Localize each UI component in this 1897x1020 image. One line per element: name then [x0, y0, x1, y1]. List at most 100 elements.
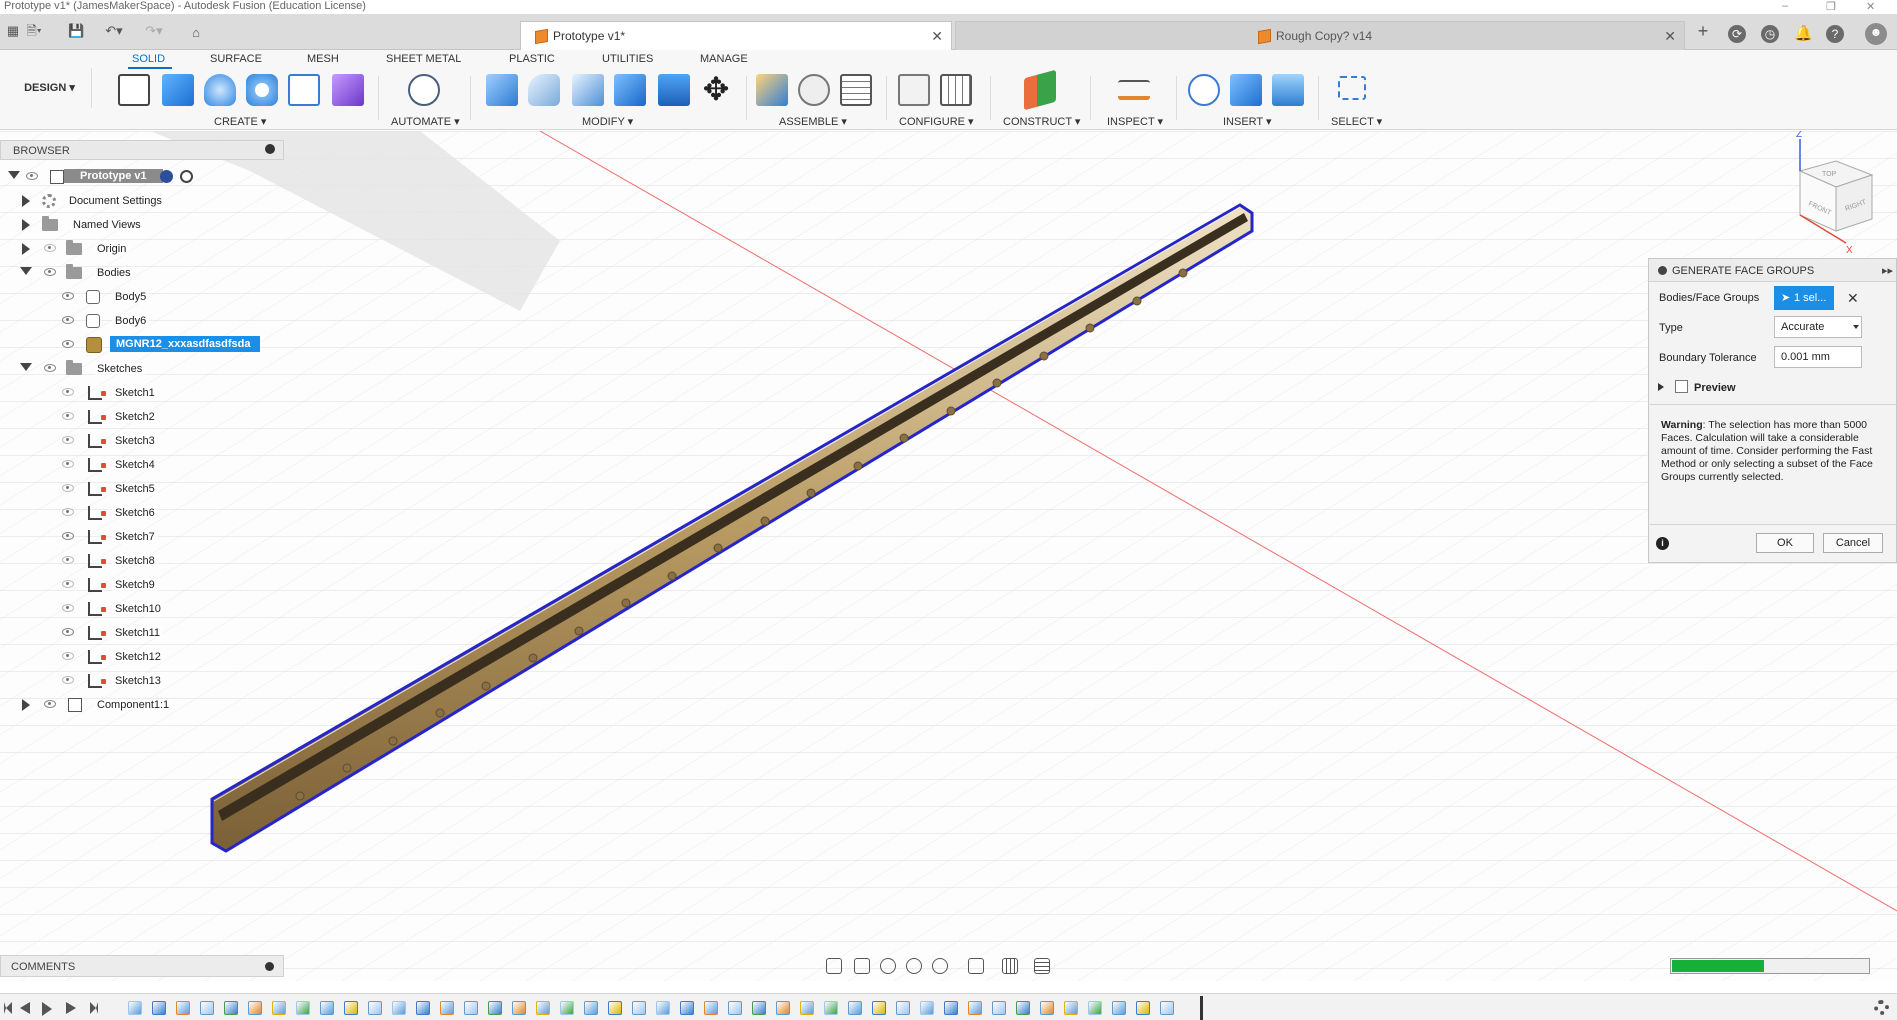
visibility-eye-icon[interactable]: [62, 484, 74, 492]
new-tab-icon[interactable]: +: [1694, 22, 1712, 40]
modify-menu[interactable]: MODIFY ▾: [582, 115, 633, 128]
browser-item-sketch6[interactable]: Sketch6: [0, 503, 200, 523]
expand-preview-icon[interactable]: [1658, 383, 1664, 391]
timeline-feature-icon[interactable]: [200, 1001, 214, 1015]
minimize-dialog-icon[interactable]: [1658, 266, 1667, 275]
automate-icon[interactable]: [408, 74, 440, 106]
bodies-selection-button[interactable]: ➤ 1 sel...: [1774, 286, 1834, 310]
timeline-feature-icon[interactable]: [488, 1001, 502, 1015]
joint-icon[interactable]: [798, 74, 830, 106]
expand-arrow-icon[interactable]: [22, 195, 30, 207]
cancel-button[interactable]: Cancel: [1823, 533, 1883, 553]
go-to-end-icon[interactable]: [90, 1002, 98, 1014]
visibility-eye-icon[interactable]: [62, 292, 74, 300]
collapse-arrow-icon[interactable]: [20, 267, 32, 275]
visibility-eye-icon[interactable]: [62, 436, 74, 444]
browser-item-sketch5[interactable]: Sketch5: [0, 479, 200, 499]
timeline-feature-icon[interactable]: [656, 1001, 670, 1015]
expand-arrow-icon[interactable]: [22, 219, 30, 231]
timeline-marker[interactable]: [1200, 996, 1203, 1020]
app-grid-icon[interactable]: ▦: [6, 22, 20, 40]
notifications-icon[interactable]: 🔔: [1794, 25, 1813, 43]
visibility-eye-icon[interactable]: [44, 700, 56, 708]
timeline-feature-icon[interactable]: [560, 1001, 574, 1015]
collapse-arrow-icon[interactable]: [8, 171, 20, 179]
pan-icon[interactable]: [880, 958, 896, 974]
visibility-eye-icon[interactable]: [44, 268, 56, 276]
browser-item-sketch3[interactable]: Sketch3: [0, 431, 200, 451]
visibility-eye-icon[interactable]: [62, 628, 74, 636]
dropdown-arrow-icon[interactable]: [1853, 325, 1859, 329]
browser-item-bodies[interactable]: Bodies: [0, 263, 200, 283]
canvas-viewport[interactable]: TOP FRONT RIGHT Z X: [0, 131, 1897, 981]
browser-item-document-settings[interactable]: Document Settings: [0, 191, 200, 211]
timeline-feature-icon[interactable]: [1016, 1001, 1030, 1015]
play-icon[interactable]: [42, 1002, 52, 1016]
insert-mesh-icon[interactable]: [1230, 74, 1262, 106]
timeline-feature-icon[interactable]: [1136, 1001, 1150, 1015]
timeline-feature-icon[interactable]: [872, 1001, 886, 1015]
timeline-feature-icon[interactable]: [800, 1001, 814, 1015]
orbit-icon[interactable]: [826, 958, 842, 974]
browser-item-sketch1[interactable]: Sketch1: [0, 383, 200, 403]
fillet-icon[interactable]: [528, 74, 560, 106]
dialog-header[interactable]: GENERATE FACE GROUPS ▸▸: [1649, 259, 1896, 282]
close-window-icon[interactable]: ✕: [1866, 0, 1875, 13]
hole-icon[interactable]: [246, 74, 278, 106]
timeline-feature-icon[interactable]: [752, 1001, 766, 1015]
browser-item-mgnr12[interactable]: MGNR12_xxxasdfasdfsda: [0, 335, 262, 355]
zoom-icon[interactable]: [906, 958, 922, 974]
timeline-feature-icon[interactable]: [416, 1001, 430, 1015]
timeline-feature-icon[interactable]: [224, 1001, 238, 1015]
timeline-feature-icon[interactable]: [776, 1001, 790, 1015]
home-icon[interactable]: ⌂: [186, 24, 206, 42]
visibility-eye-icon[interactable]: [62, 676, 74, 684]
tab-sheet-metal[interactable]: SHEET METAL: [386, 53, 461, 65]
pattern-icon[interactable]: [288, 74, 320, 106]
info-icon[interactable]: i: [1656, 537, 1669, 550]
timeline-feature-icon[interactable]: [440, 1001, 454, 1015]
browser-item-sketch7[interactable]: Sketch7: [0, 527, 200, 547]
timeline-feature-icon[interactable]: [128, 1001, 142, 1015]
automate-menu[interactable]: AUTOMATE ▾: [391, 115, 460, 128]
bill-of-materials-icon[interactable]: [840, 74, 872, 106]
visibility-eye-icon[interactable]: [62, 412, 74, 420]
browser-item-sketches[interactable]: Sketches: [0, 359, 200, 379]
browser-panel-header[interactable]: BROWSER: [0, 140, 284, 160]
ok-button[interactable]: OK: [1756, 533, 1814, 553]
redo-icon[interactable]: ↷▾: [140, 22, 168, 40]
job-status-icon[interactable]: ◷: [1761, 25, 1779, 43]
tab-plastic[interactable]: PLASTIC: [509, 53, 555, 65]
timeline-feature-icon[interactable]: [920, 1001, 934, 1015]
revolve-icon[interactable]: [204, 74, 236, 106]
type-dropdown[interactable]: Accurate: [1774, 316, 1862, 338]
browser-item-component1[interactable]: Component1:1: [0, 695, 200, 715]
display-settings-icon[interactable]: [968, 958, 984, 974]
timeline-feature-icon[interactable]: [584, 1001, 598, 1015]
expand-arrow-icon[interactable]: [22, 699, 30, 711]
browser-item-sketch11[interactable]: Sketch11: [0, 623, 200, 643]
clear-selection-icon[interactable]: ✕: [1847, 290, 1859, 307]
timeline-feature-icon[interactable]: [824, 1001, 838, 1015]
tab-surface[interactable]: SURFACE: [210, 53, 262, 65]
timeline-feature-icon[interactable]: [728, 1001, 742, 1015]
collapse-icon[interactable]: [265, 144, 275, 154]
move-copy-icon[interactable]: ✥: [700, 73, 732, 106]
timeline-feature-icon[interactable]: [680, 1001, 694, 1015]
timeline-feature-icon[interactable]: [176, 1001, 190, 1015]
previous-step-icon[interactable]: [20, 1002, 30, 1014]
next-step-icon[interactable]: [66, 1002, 76, 1014]
timeline-feature-icon[interactable]: [512, 1001, 526, 1015]
create-menu[interactable]: CREATE ▾: [214, 115, 266, 128]
close-tab-icon[interactable]: ✕: [1664, 28, 1676, 45]
visibility-eye-icon[interactable]: [62, 556, 74, 564]
timeline-feature-icon[interactable]: [1088, 1001, 1102, 1015]
chamfer-icon[interactable]: [572, 74, 604, 106]
timeline-feature-icon[interactable]: [344, 1001, 358, 1015]
tab-utilities[interactable]: UTILITIES: [602, 53, 653, 65]
tab-mesh[interactable]: MESH: [307, 53, 339, 65]
timeline-feature-icon[interactable]: [704, 1001, 718, 1015]
browser-root[interactable]: Prototype v1: [0, 167, 200, 187]
comments-panel[interactable]: COMMENTS: [0, 955, 284, 977]
timeline-feature-icon[interactable]: [968, 1001, 982, 1015]
